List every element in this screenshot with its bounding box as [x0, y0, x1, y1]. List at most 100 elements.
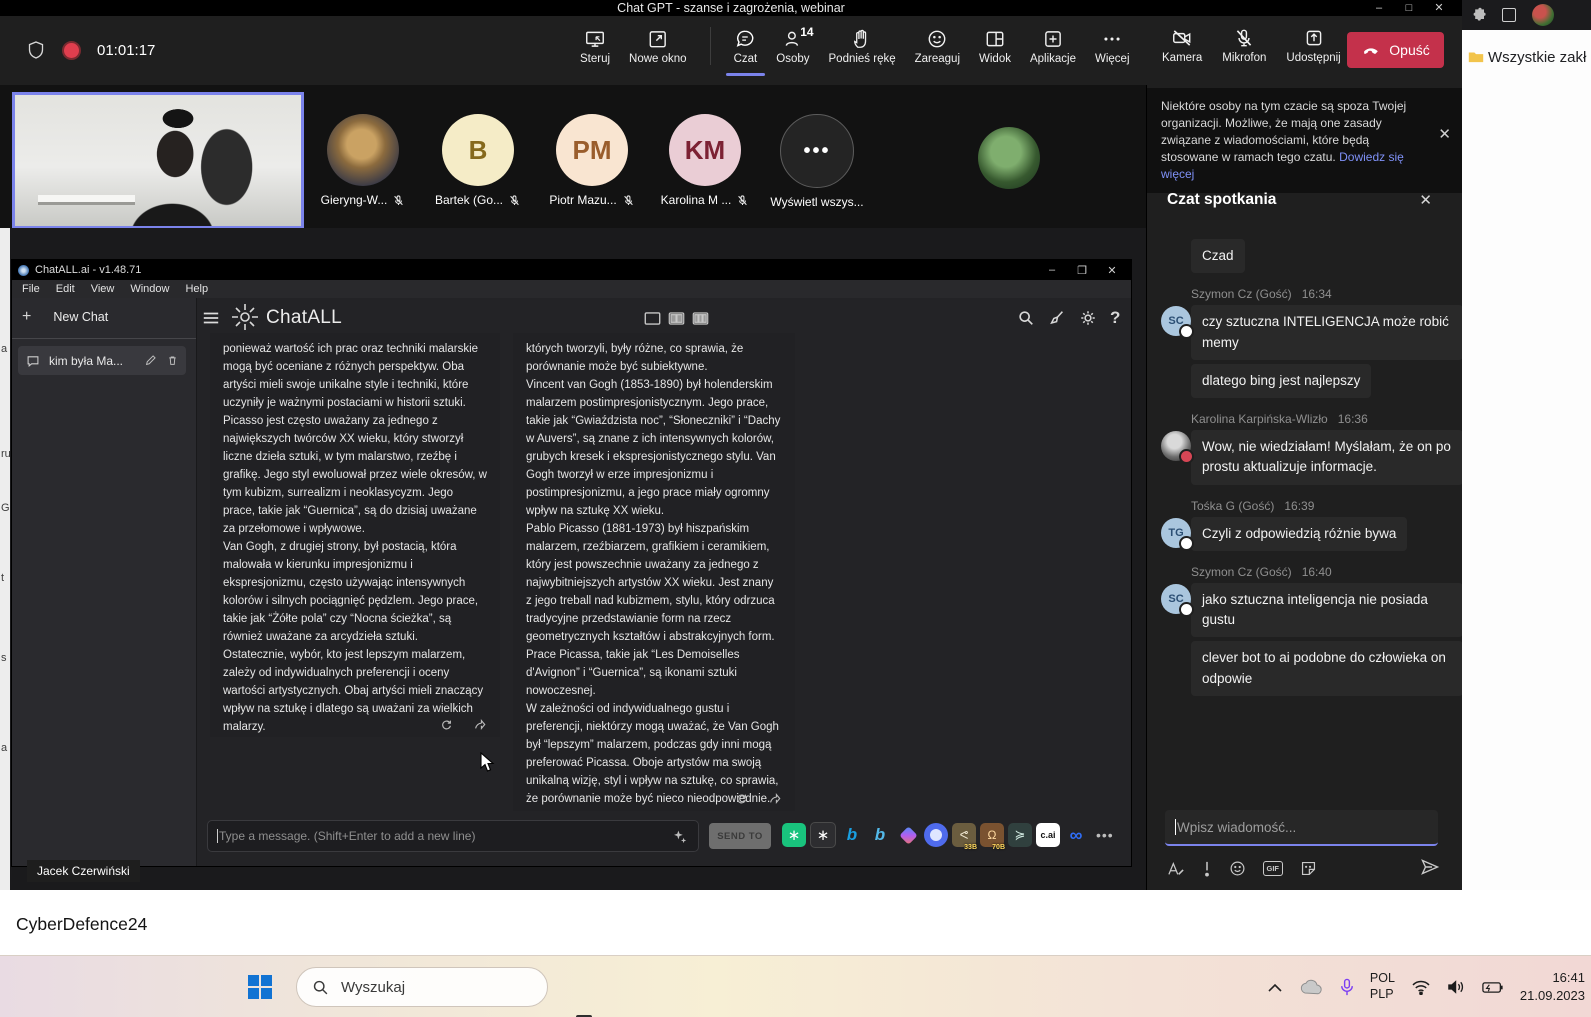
delete-icon[interactable] — [166, 354, 179, 367]
format-icon[interactable] — [1167, 861, 1185, 877]
browser-tab-icon[interactable] — [1502, 8, 1516, 22]
bing-precise-bot-icon[interactable]: b — [868, 823, 892, 847]
chat-message-input[interactable]: Wpisz wiadomość... — [1165, 810, 1438, 846]
falcon-bot-icon[interactable]: ≽ — [1008, 823, 1032, 847]
battery-icon[interactable] — [1482, 981, 1504, 994]
participant-tile[interactable]: PM Piotr Mazu... — [534, 114, 650, 207]
regenerate-icon[interactable] — [735, 792, 748, 805]
close-chat-panel-icon[interactable]: ✕ — [1419, 191, 1432, 209]
menu-window[interactable]: Window — [130, 283, 169, 295]
extensions-puzzle-icon[interactable] — [1472, 7, 1488, 23]
send-message-icon[interactable] — [1420, 857, 1440, 877]
volume-icon[interactable] — [1447, 979, 1466, 995]
podnies-reke-button[interactable]: Podnieś rękę — [829, 28, 896, 65]
language-indicator[interactable]: POL PLP — [1370, 971, 1395, 1002]
edit-icon[interactable] — [144, 354, 157, 367]
bard-bot-icon[interactable] — [896, 823, 920, 847]
new-chat-button[interactable]: + New Chat — [22, 308, 108, 326]
search-icon[interactable] — [1017, 309, 1035, 327]
menu-view[interactable]: View — [91, 283, 115, 295]
video-strip: Gieryng-W... B Bartek (Go... PM Piotr Ma… — [0, 85, 1146, 229]
osoby-button[interactable]: 14 Osoby — [776, 25, 813, 65]
minimize-button[interactable]: – — [1364, 1, 1394, 15]
widok-button[interactable]: Widok — [979, 28, 1011, 65]
task-view-button[interactable] — [568, 1007, 608, 1017]
llama-bot-icon[interactable]: Ω 70B — [980, 823, 1005, 851]
nowe-okno-button[interactable]: Nowe okno — [629, 28, 687, 65]
character-ai-bot-icon[interactable]: c.ai — [1036, 823, 1060, 847]
vicuna-bot-icon[interactable]: ᕙ 33B — [952, 823, 977, 851]
openai-bot-icon[interactable]: ∗ — [810, 822, 836, 848]
chatgpt-bot-icon[interactable]: ∗ — [782, 823, 806, 847]
help-icon[interactable]: ? — [1110, 308, 1120, 328]
priority-icon[interactable] — [1202, 860, 1212, 877]
wifi-icon[interactable] — [1411, 980, 1431, 995]
maximize-button[interactable]: □ — [1394, 1, 1424, 15]
hamburger-menu-icon[interactable] — [202, 310, 220, 326]
search-icon — [313, 980, 328, 994]
aplikacje-button[interactable]: Aplikacje — [1030, 28, 1076, 65]
text-caret — [1175, 819, 1176, 835]
poe-bot-icon[interactable] — [924, 823, 948, 847]
menu-help[interactable]: Help — [185, 283, 208, 295]
chat-history-item[interactable]: kim była Ma... — [18, 346, 186, 375]
taskbar-search[interactable]: Wyszukaj — [296, 967, 548, 1007]
wiecej-button[interactable]: Więcej — [1095, 28, 1130, 65]
onedrive-cloud-icon[interactable] — [1298, 979, 1324, 995]
show-all-participants[interactable]: ••• Wyświetl wszys... — [759, 114, 875, 209]
prompt-sparkles-icon[interactable] — [672, 829, 688, 845]
two-column-icon[interactable] — [668, 311, 685, 326]
avatar-initials: KM — [669, 114, 741, 186]
chatall-message-input[interactable]: Type a message. (Shift+Enter to add a ne… — [207, 820, 699, 852]
toolbar-separator — [709, 27, 711, 65]
share-reply-icon[interactable] — [473, 718, 486, 731]
kamera-button[interactable]: Kamera — [1162, 27, 1202, 64]
dismiss-notice-icon[interactable]: ✕ — [1438, 124, 1451, 145]
zareaguj-button[interactable]: Zareaguj — [915, 28, 960, 65]
bookmarks-bar-label[interactable]: Wszystkie zakł — [1488, 49, 1586, 66]
close-button[interactable]: ✕ — [1424, 1, 1454, 15]
one-column-icon[interactable] — [644, 311, 661, 326]
participant-photo-avatar[interactable] — [978, 127, 1040, 189]
czat-tab[interactable]: Czat — [725, 28, 766, 76]
send-to-button[interactable]: SEND TO — [709, 823, 771, 849]
bot-response-column: ponieważ wartość ich prac oraz techniki … — [210, 333, 500, 737]
restore-button[interactable]: ❐ — [1067, 264, 1097, 277]
site-brand: CyberDefence24 — [16, 914, 148, 934]
recording-icon — [62, 40, 81, 60]
browser-profile-avatar[interactable] — [1532, 4, 1554, 26]
presenter-video-tile[interactable] — [12, 92, 304, 229]
settings-gear-icon[interactable] — [1079, 309, 1097, 327]
chatall-brand: ChatALL — [266, 307, 343, 328]
regenerate-icon[interactable] — [440, 718, 453, 731]
broom-icon[interactable] — [1048, 309, 1066, 327]
opusc-button[interactable]: Opuść — [1347, 32, 1444, 68]
status-dot-busy — [1179, 449, 1194, 464]
steruj-button[interactable]: Steruj — [580, 28, 610, 65]
start-button[interactable] — [240, 967, 280, 1007]
menu-file[interactable]: File — [22, 283, 40, 295]
sticker-icon[interactable] — [1300, 860, 1317, 877]
close-button[interactable]: ✕ — [1097, 264, 1127, 277]
ellipsis-icon: ••• — [780, 114, 854, 188]
participant-tile[interactable]: KM Karolina M ... — [647, 114, 763, 207]
avatar-photo — [1161, 431, 1194, 464]
clock[interactable]: 16:41 21.09.2023 — [1520, 969, 1585, 1004]
participant-tile[interactable]: B Bartek (Go... — [420, 114, 536, 207]
menu-edit[interactable]: Edit — [56, 283, 75, 295]
emoji-icon[interactable] — [1229, 860, 1246, 877]
participant-tile[interactable]: Gieryng-W... — [305, 114, 421, 207]
tray-mic-icon[interactable] — [1340, 978, 1354, 997]
share-reply-icon[interactable] — [768, 792, 781, 805]
three-column-icon[interactable] — [692, 311, 709, 326]
meta-llama-bot-icon[interactable]: ∞ — [1064, 823, 1088, 847]
gif-icon[interactable]: GIF — [1263, 861, 1283, 876]
presenter-name-label: Jacek Czerwiński — [27, 860, 140, 882]
avatar-initials: SC — [1161, 583, 1194, 617]
more-bots-icon[interactable]: ••• — [1096, 827, 1114, 843]
bing-bot-icon[interactable]: b — [840, 823, 864, 847]
udostepnij-button[interactable]: Udostępnij — [1286, 27, 1341, 64]
tray-chevron-icon[interactable] — [1268, 983, 1282, 992]
mikrofon-button[interactable]: Mikrofon — [1222, 27, 1266, 64]
minimize-button[interactable]: – — [1037, 264, 1067, 276]
